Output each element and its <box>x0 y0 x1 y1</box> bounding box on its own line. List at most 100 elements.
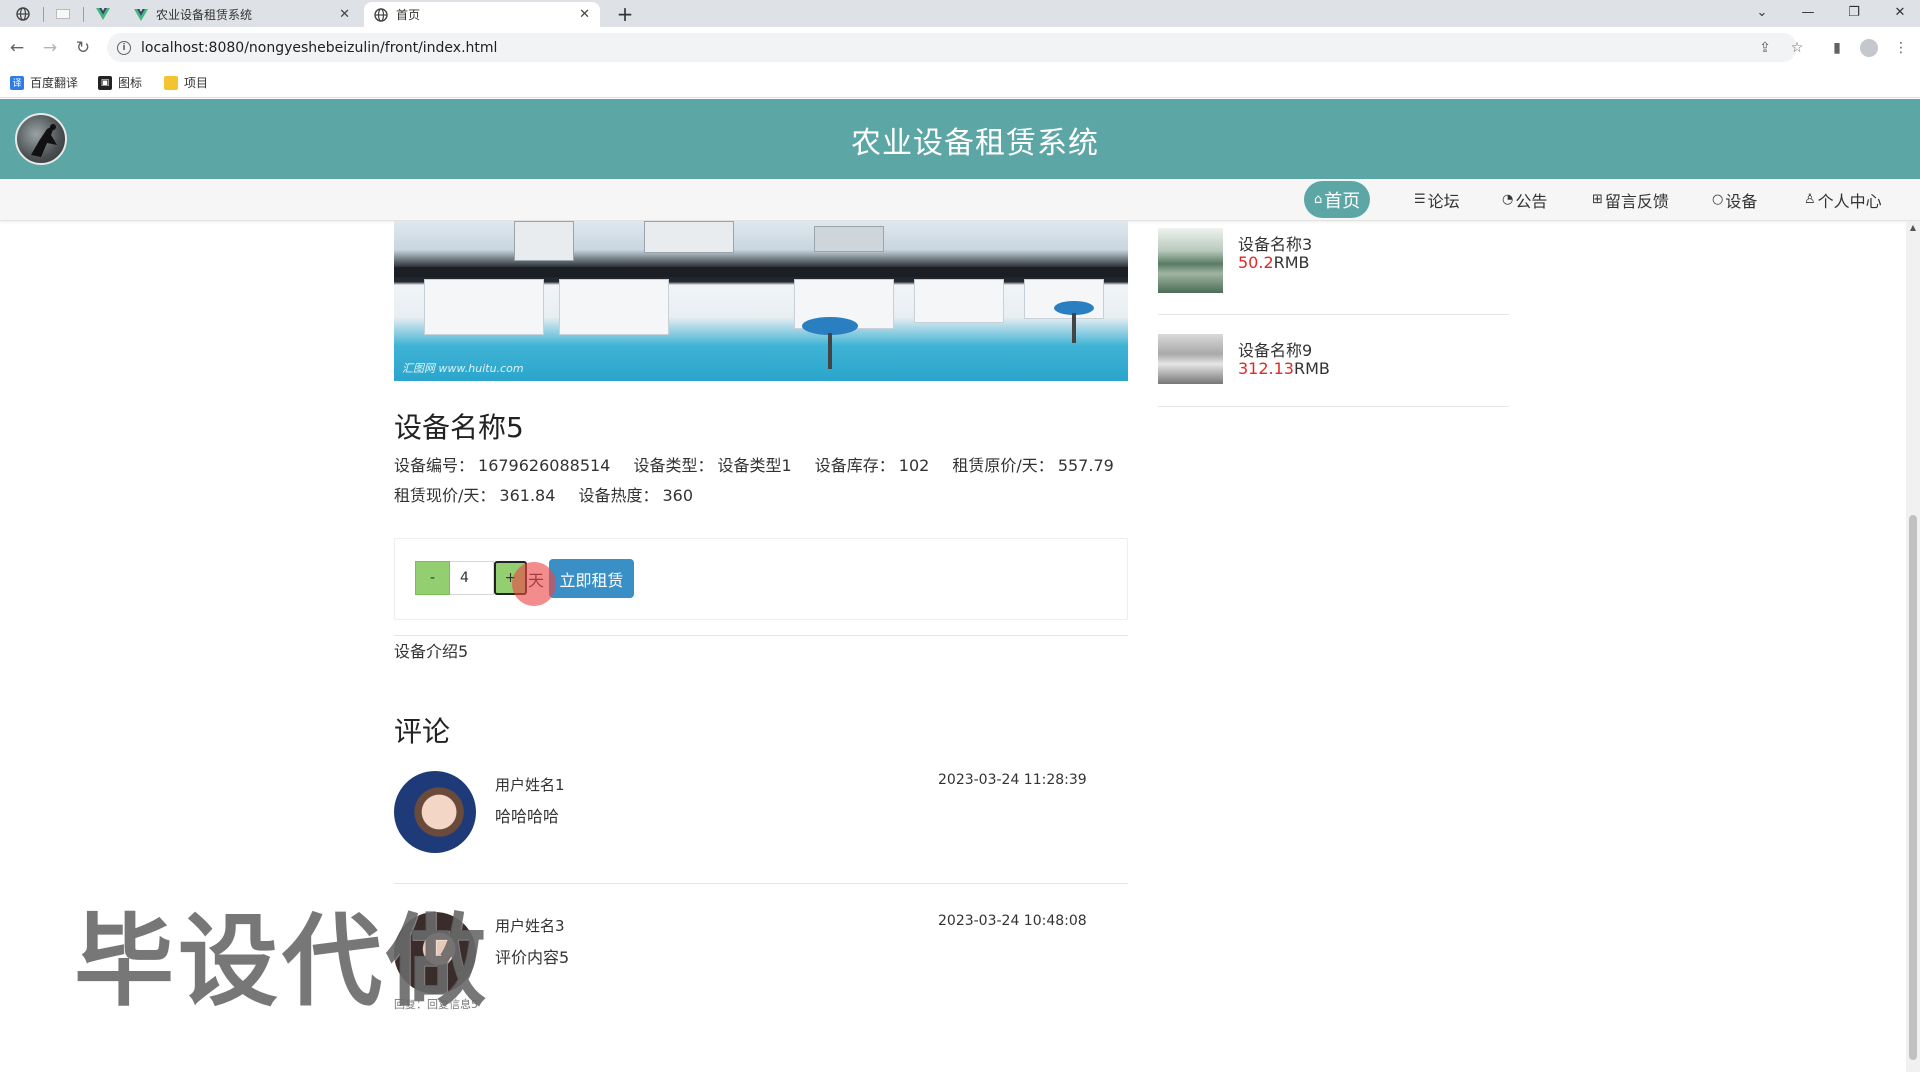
nav-label: 设备 <box>1725 191 1758 211</box>
nav-profile[interactable]: ♙ 个人中心 <box>1804 181 1882 218</box>
new-tab-button[interactable]: + <box>612 2 638 26</box>
window-close-icon[interactable]: ✕ <box>1878 0 1920 24</box>
back-arrow-icon[interactable]: ← <box>4 35 30 61</box>
vue-logo-icon <box>134 8 148 21</box>
nav-label: 公告 <box>1515 191 1548 211</box>
browser-tab-strip: 农业设备租赁系统 ✕ 首页 ✕ + ⌄ — ❐ ✕ <box>0 0 1920 27</box>
price-unit: RMB <box>1273 253 1310 272</box>
profile-icon[interactable] <box>1857 36 1881 60</box>
pinned-tab-vue[interactable] <box>84 2 122 26</box>
field-value: 1679626088514 <box>478 456 611 475</box>
scrollbar-thumb[interactable] <box>1909 515 1917 1060</box>
restore-icon[interactable]: ❐ <box>1832 0 1876 24</box>
site-title: 农业设备租赁系统 <box>851 126 1099 161</box>
lab-equipment-shape <box>814 226 884 252</box>
blank-page-icon <box>56 9 70 19</box>
tab-title: 农业设备租赁系统 <box>156 8 253 22</box>
pinned-tab-globe[interactable] <box>4 2 42 26</box>
nav-forum[interactable]: ☰ 论坛 <box>1414 181 1460 218</box>
quantity-minus-button[interactable]: - <box>415 561 450 595</box>
product-info-line-1: 设备编号： 1679626088514 设备类型： 设备类型1 设备库存： 102 租… <box>394 452 1118 476</box>
divider <box>394 635 1128 636</box>
lab-equipment-shape <box>644 221 734 253</box>
lab-cabinet-shape <box>424 279 544 335</box>
bookmark-label: 百度翻译 <box>30 76 79 90</box>
tab-system[interactable]: 农业设备租赁系统 ✕ <box>124 2 360 27</box>
price-value: 312.13 <box>1238 359 1294 378</box>
address-bar[interactable]: i localhost:8080/nongyeshebeizulin/front… <box>107 33 1797 62</box>
image-icon: ▣ <box>98 75 112 90</box>
bookmark-icons[interactable]: ▣ 图标 <box>98 74 142 91</box>
quantity-input[interactable] <box>450 561 494 595</box>
close-icon[interactable]: ✕ <box>579 7 590 22</box>
close-icon[interactable]: ✕ <box>339 7 350 22</box>
sidebar-item-name[interactable]: 设备名称3 <box>1238 231 1312 255</box>
field-value: 设备类型1 <box>717 456 792 475</box>
comments-title: 评论 <box>394 715 451 748</box>
field-label: 设备编号： <box>394 456 475 475</box>
side-panel-icon[interactable]: ▮ <box>1825 36 1849 60</box>
translate-icon: 译 <box>10 75 24 90</box>
rent-now-button[interactable]: 立即租赁 <box>549 559 634 598</box>
pinned-tab-blank[interactable] <box>44 2 82 26</box>
sidebar-item-thumbnail[interactable] <box>1158 228 1223 293</box>
bookmark-label: 图标 <box>118 76 143 90</box>
tab-home[interactable]: 首页 ✕ <box>364 2 600 27</box>
feedback-icon: ⊞ <box>1592 192 1603 207</box>
field-label: 设备库存： <box>814 456 895 475</box>
avatar <box>394 771 476 853</box>
sidebar-item-name[interactable]: 设备名称9 <box>1238 337 1312 361</box>
sidebar-item-price: 312.13RMB <box>1238 359 1330 378</box>
field-value: 360 <box>662 486 694 505</box>
tab-search-icon[interactable]: ⌄ <box>1740 0 1784 24</box>
vue-logo-icon <box>96 8 110 20</box>
nav-label: 首页 <box>1324 190 1361 212</box>
product-intro: 设备介绍5 <box>394 642 469 661</box>
lab-stool-leg <box>828 333 832 369</box>
product-info-line-2: 租赁现价/天： 361.84 设备热度： 360 <box>394 482 697 506</box>
bookmark-label: 项目 <box>184 76 209 90</box>
minimize-icon[interactable]: — <box>1786 0 1830 24</box>
field-label: 租赁原价/天： <box>952 456 1054 475</box>
menu-kebab-icon[interactable]: ⋮ <box>1889 36 1913 60</box>
folder-icon <box>164 75 178 90</box>
field-label: 设备热度： <box>578 486 659 505</box>
share-icon[interactable]: ⇪ <box>1753 36 1777 60</box>
sidebar-divider <box>1158 406 1509 407</box>
lab-cabinet-shape <box>914 279 1004 323</box>
sidebar-item-price: 50.2RMB <box>1238 253 1310 272</box>
comment-user: 用户姓名1 <box>495 776 565 794</box>
notice-icon: ◔ <box>1502 192 1514 207</box>
price-unit: RMB <box>1293 359 1330 378</box>
bookmark-star-icon[interactable]: ☆ <box>1785 36 1809 60</box>
nav-label: 个人中心 <box>1817 191 1882 211</box>
product-image: 汇图网 www.huitu.com <box>394 221 1128 381</box>
nav-notice[interactable]: ◔ 公告 <box>1502 181 1547 218</box>
sidebar-divider <box>1158 314 1509 315</box>
bookmark-baidu-translate[interactable]: 译 百度翻译 <box>10 74 78 91</box>
tab-title: 首页 <box>396 8 421 22</box>
lab-equipment-shape <box>514 221 574 261</box>
field-label: 设备类型： <box>633 456 714 475</box>
nav-home[interactable]: ⌂ 首页 <box>1304 181 1371 218</box>
reload-icon[interactable]: ↻ <box>70 35 96 61</box>
globe-icon <box>374 7 388 22</box>
bookmark-projects[interactable]: 项目 <box>164 74 208 91</box>
lab-stool-leg <box>1072 313 1076 343</box>
field-value: 361.84 <box>499 486 556 505</box>
nav-label: 论坛 <box>1427 191 1460 211</box>
divider <box>394 883 1128 884</box>
sidebar-item-thumbnail[interactable] <box>1158 334 1223 384</box>
info-icon[interactable]: i <box>117 40 131 55</box>
lab-cabinet-shape <box>559 279 669 335</box>
nav-equipment[interactable]: ○ 设备 <box>1712 181 1757 218</box>
cursor-click-indicator <box>512 562 556 606</box>
comment-time: 2023-03-24 10:48:08 <box>938 913 1087 929</box>
user-icon: ♙ <box>1804 192 1816 207</box>
field-label: 租赁现价/天： <box>394 486 496 505</box>
field-value: 102 <box>898 456 930 475</box>
forward-arrow-icon[interactable]: → <box>37 35 63 61</box>
forum-icon: ☰ <box>1414 192 1426 207</box>
nav-feedback[interactable]: ⊞ 留言反馈 <box>1592 181 1669 218</box>
scroll-up-arrow-icon[interactable]: ▲ <box>1906 221 1920 235</box>
